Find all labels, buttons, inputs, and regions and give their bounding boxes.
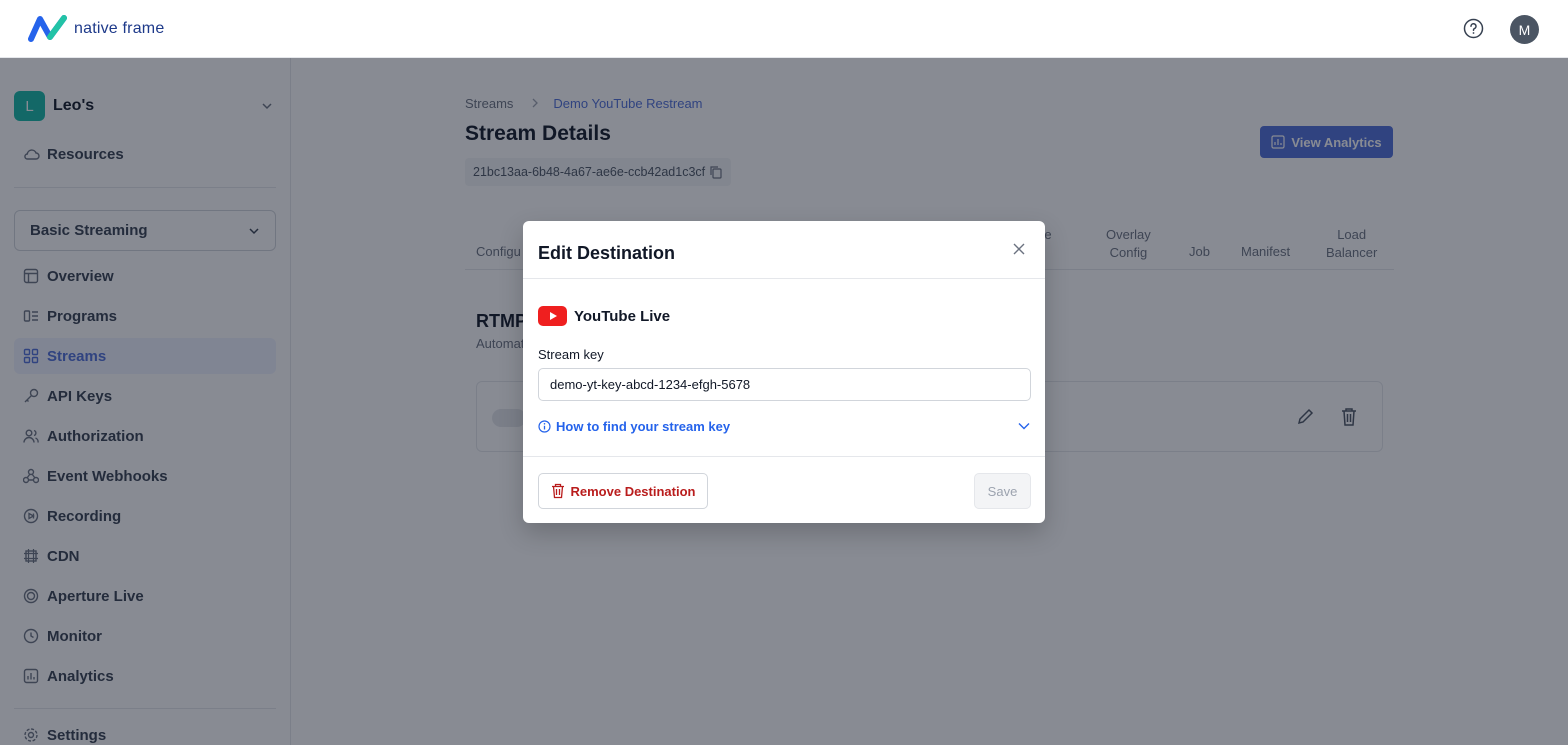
info-icon bbox=[538, 419, 551, 433]
destination-provider: YouTube Live bbox=[538, 306, 670, 326]
remove-destination-button[interactable]: Remove Destination bbox=[538, 473, 708, 509]
trash-icon bbox=[551, 483, 564, 499]
top-bar: native frame M bbox=[0, 0, 1568, 58]
stream-key-label: Stream key bbox=[538, 347, 604, 362]
modal-footer: Remove Destination Save bbox=[523, 456, 1045, 523]
chevron-down-icon[interactable] bbox=[1017, 419, 1031, 433]
modal-title: Edit Destination bbox=[538, 243, 676, 263]
close-icon[interactable] bbox=[1012, 242, 1026, 256]
stream-key-input[interactable] bbox=[538, 368, 1031, 401]
provider-name: YouTube Live bbox=[574, 307, 671, 325]
stream-key-help-link[interactable]: How to find your stream key bbox=[538, 417, 1031, 435]
stream-key-help-label: How to find your stream key bbox=[556, 418, 731, 434]
help-button[interactable] bbox=[1463, 18, 1484, 39]
save-button[interactable]: Save bbox=[974, 473, 1031, 509]
modal-header: Edit Destination bbox=[523, 221, 1045, 279]
brand-name: native frame bbox=[74, 19, 165, 37]
brand-logo[interactable]: native frame bbox=[28, 15, 164, 42]
remove-destination-label: Remove Destination bbox=[570, 483, 696, 499]
native-frame-logo-icon bbox=[28, 15, 67, 42]
user-avatar[interactable]: M bbox=[1510, 15, 1539, 44]
help-circle-icon bbox=[1463, 18, 1484, 39]
edit-destination-modal: Edit Destination YouTube Live Stream key… bbox=[523, 221, 1045, 523]
youtube-icon bbox=[538, 306, 567, 326]
